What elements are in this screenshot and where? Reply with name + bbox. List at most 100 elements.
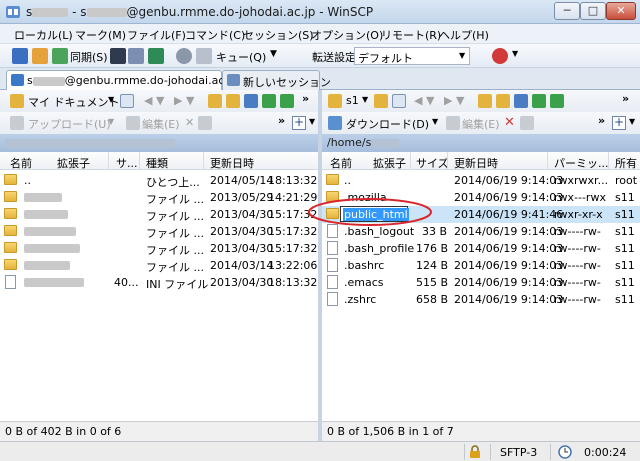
more-icon[interactable]: » [598,114,605,127]
list-item[interactable]: ファイル ... 2013/04/30 15:17:32 [0,206,318,223]
console-icon[interactable] [110,48,126,64]
gear-icon[interactable] [176,48,192,64]
chevron-down-icon[interactable]: ▼ [309,117,315,126]
status-divider [464,444,465,460]
list-item[interactable]: ファイル ... 2013/04/30 15:17:32 [0,240,318,257]
sync-icon[interactable] [280,94,294,108]
more-icon[interactable]: » [622,92,629,105]
parent-dir-icon[interactable] [208,94,222,108]
disconnect-icon[interactable] [492,48,508,64]
download-icon[interactable] [328,116,342,130]
list-item[interactable]: ファイル ... 2013/04/30 15:17:32 [0,223,318,240]
file-type: ファイル ... [146,193,204,206]
synchronize-label[interactable]: 同期(S) [70,49,108,65]
filter-icon[interactable] [392,94,406,108]
col-modified[interactable]: 更新日時 [454,155,498,171]
menu-local[interactable]: ローカル(L) [14,27,73,43]
col-extension[interactable]: 拡張子 [57,155,90,171]
upload-icon[interactable] [10,116,24,130]
chevron-down-icon[interactable]: ▼ [629,117,635,126]
tab-new-session[interactable]: 新しいセッション [222,70,331,90]
redacted-username [371,138,400,148]
col-type[interactable]: 種類 [146,155,168,171]
chevron-down-icon[interactable]: ▼ [512,49,518,58]
delete-icon[interactable]: ✕ [504,115,515,130]
chevron-down-icon[interactable]: ▼ [108,95,114,104]
forward-icon[interactable]: ▶ ▼ [174,94,194,107]
forward-icon[interactable]: ▶ ▼ [444,94,464,107]
compare-directories-icon[interactable] [12,48,28,64]
file-permissions: rw----rw- [554,242,601,255]
download-button[interactable]: ダウンロード(D) [346,116,429,132]
new-file-icon[interactable]: + [292,116,306,130]
root-dir-icon[interactable] [496,94,510,108]
menu-remote[interactable]: リモート(R) [381,27,441,43]
more-icon[interactable]: » [278,114,285,127]
queue-icon[interactable] [196,48,212,64]
synchronize-browse-icon[interactable] [32,48,48,64]
maximize-button[interactable]: □ [580,2,606,20]
back-icon[interactable]: ◀ ▼ [414,94,434,107]
local-location[interactable]: マイ ドキュメント [28,94,120,110]
preferences-sync-icon[interactable] [148,48,164,64]
list-item[interactable]: .emacs 515 B 2014/06/19 9:14:03 rw----rw… [322,274,640,291]
edit-icon[interactable] [126,116,140,130]
list-item[interactable]: 40... INI ファイル 2013/04/30 18:13:32 [0,274,318,291]
chevron-down-icon[interactable]: ▼ [362,95,368,104]
menu-command[interactable]: コマンド(C) [185,27,245,43]
open-dir-icon[interactable] [374,94,388,108]
upload-button[interactable]: アップロード(U) [28,116,111,132]
properties-icon[interactable] [520,116,534,130]
file-icon [327,292,338,306]
col-name[interactable]: 名前 [330,155,352,171]
col-permissions[interactable]: パーミッ... [554,155,609,171]
back-icon[interactable]: ◀ ▼ [144,94,164,107]
col-size[interactable]: サイズ [416,155,449,171]
properties-icon[interactable] [198,116,212,130]
list-item[interactable]: .bash_profile 176 B 2014/06/19 9:14:03 r… [322,240,640,257]
chevron-down-icon[interactable]: ▼ [108,117,114,126]
list-item[interactable]: .. 2014/06/19 9:14:03 rwxrwxr... root [322,172,640,189]
edit-button[interactable]: 編集(E) [462,116,500,132]
menu-options[interactable]: オプション(O) [311,27,383,43]
refresh-icon[interactable] [532,94,546,108]
menu-file[interactable]: ファイル(F) [127,27,186,43]
edit-button[interactable]: 編集(E) [142,116,180,132]
queue-label[interactable]: キュー(Q) [216,49,266,65]
edit-icon[interactable] [446,116,460,130]
more-icon[interactable]: » [302,92,309,105]
list-item[interactable]: ファイル ... 2013/05/29 14:21:29 [0,189,318,206]
list-item[interactable]: .. ひとつ上... 2014/05/14 18:13:32 [0,172,318,189]
filter-icon[interactable] [120,94,134,108]
transfer-settings-dropdown[interactable]: デフォルト ▼ [354,47,470,65]
new-file-icon[interactable]: + [612,116,626,130]
menu-mark[interactable]: マーク(M) [75,27,126,43]
home-icon[interactable] [244,94,258,108]
delete-icon[interactable]: ✕ [185,116,194,129]
refresh-icon[interactable] [262,94,276,108]
col-extension[interactable]: 拡張子 [373,155,406,171]
menu-help[interactable]: ヘルプ(H) [439,27,489,43]
parent-dir-icon[interactable] [478,94,492,108]
close-button[interactable]: ✕ [606,2,636,20]
putty-icon[interactable] [128,48,144,64]
file-owner: root [615,174,638,187]
col-size[interactable]: サ... [116,155,138,171]
list-item[interactable]: .bashrc 124 B 2014/06/19 9:14:03 rw----r… [322,257,640,274]
home-icon[interactable] [514,94,528,108]
list-item[interactable]: ファイル ... 2014/03/14 13:22:06 [0,257,318,274]
root-dir-icon[interactable] [226,94,240,108]
col-owner[interactable]: 所有 [615,155,637,171]
chevron-down-icon[interactable]: ▼ [432,117,438,126]
remote-location[interactable]: s1 [346,94,359,107]
col-modified[interactable]: 更新日時 [210,155,254,171]
menu-session[interactable]: セッション(S) [243,27,314,43]
column-divider [547,152,548,170]
col-name[interactable]: 名前 [10,155,32,171]
list-item[interactable]: .zshrc 658 B 2014/06/19 9:14:03 rw----rw… [322,291,640,308]
tab-session[interactable]: s @genbu.rmme.do-johodai.ac.jp [6,70,238,91]
synchronize-icon[interactable] [52,48,68,64]
minimize-button[interactable]: ─ [554,2,580,20]
sync-icon[interactable] [550,94,564,108]
chevron-down-icon[interactable]: ▼ [270,49,277,59]
